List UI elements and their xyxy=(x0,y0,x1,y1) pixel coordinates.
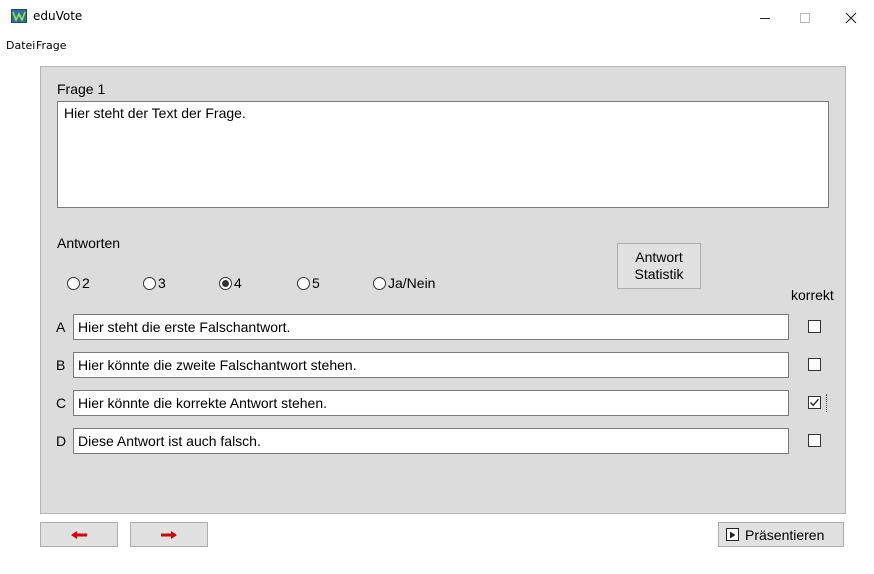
radio-label: 2 xyxy=(82,275,90,291)
radio-label: 4 xyxy=(234,275,242,291)
stat-button-line1: Antwort xyxy=(635,249,683,265)
question-text-field[interactable]: Hier steht der Text der Frage. xyxy=(57,101,829,208)
menu-frage[interactable]: Frage xyxy=(36,39,67,52)
radio-circle xyxy=(143,276,156,290)
present-button-label: Präsentieren xyxy=(745,526,825,543)
radio-count-4[interactable]: 4 xyxy=(219,275,242,291)
radio-ja-nein[interactable]: Ja/Nein xyxy=(373,275,435,291)
maximize-icon xyxy=(800,13,810,23)
correct-checkbox-a[interactable] xyxy=(808,320,821,333)
menu-bar: Datei Frage xyxy=(0,36,874,56)
previous-question-button[interactable] xyxy=(40,522,118,547)
answers-label: Antworten xyxy=(57,235,121,251)
title-bar[interactable]: eduVote xyxy=(0,0,874,36)
answer-letter: A xyxy=(56,319,66,335)
answer-statistics-button[interactable]: Antwort Statistik xyxy=(617,243,701,289)
minimize-icon xyxy=(760,18,770,19)
answer-row-a: A Hier steht die erste Falschantwort. xyxy=(41,314,847,340)
window-title: eduVote xyxy=(33,9,83,23)
answer-input-a[interactable]: Hier steht die erste Falschantwort. xyxy=(73,314,789,340)
radio-label: 3 xyxy=(158,275,166,291)
answer-count-radio-group: 2 3 4 5 Ja/Nein xyxy=(41,275,541,295)
correct-checkbox-b[interactable] xyxy=(808,358,821,371)
correct-checkbox-c[interactable] xyxy=(808,396,821,409)
main-content: Frage 1 Hier steht der Text der Frage. A… xyxy=(0,56,874,574)
arrow-left-icon xyxy=(71,530,87,539)
radio-label: Ja/Nein xyxy=(388,275,436,291)
focus-indicator xyxy=(826,394,828,412)
correct-column-header: korrekt xyxy=(791,287,834,303)
question-panel: Frage 1 Hier steht der Text der Frage. A… xyxy=(40,66,846,514)
radio-label: 5 xyxy=(312,275,320,291)
answer-letter: D xyxy=(56,433,67,449)
answer-row-c: C Hier könnte die korrekte Antwort stehe… xyxy=(41,390,847,416)
radio-count-5[interactable]: 5 xyxy=(297,275,320,291)
maximize-button[interactable] xyxy=(782,0,828,36)
app-window: eduVote Datei Frage Frage 1 Hier steht d… xyxy=(0,0,874,574)
checkmark-icon xyxy=(810,398,820,407)
answer-letter: C xyxy=(56,395,67,411)
present-button[interactable]: Präsentieren xyxy=(718,522,844,547)
question-label: Frage 1 xyxy=(57,81,106,97)
radio-count-2[interactable]: 2 xyxy=(67,275,90,291)
answer-input-c[interactable]: Hier könnte die korrekte Antwort stehen. xyxy=(73,390,789,416)
answer-input-d[interactable]: Diese Antwort ist auch falsch. xyxy=(73,428,789,454)
arrow-right-icon xyxy=(161,530,177,539)
menu-datei[interactable]: Datei xyxy=(6,39,35,52)
answer-letter: B xyxy=(56,357,66,373)
radio-count-3[interactable]: 3 xyxy=(143,275,166,291)
stat-button-line2: Statistik xyxy=(634,266,684,282)
answer-row-d: D Diese Antwort ist auch falsch. xyxy=(41,428,847,454)
answer-row-b: B Hier könnte die zweite Falschantwort s… xyxy=(41,352,847,378)
radio-circle xyxy=(373,276,386,290)
close-icon xyxy=(845,12,857,24)
next-question-button[interactable] xyxy=(130,522,208,547)
close-button[interactable] xyxy=(828,0,874,36)
correct-checkbox-d[interactable] xyxy=(808,434,821,447)
radio-circle-selected xyxy=(219,276,232,290)
radio-circle xyxy=(297,276,310,290)
app-logo-icon xyxy=(11,9,27,23)
radio-circle xyxy=(67,276,80,290)
answer-input-b[interactable]: Hier könnte die zweite Falschantwort ste… xyxy=(73,352,789,378)
play-icon xyxy=(726,528,739,541)
